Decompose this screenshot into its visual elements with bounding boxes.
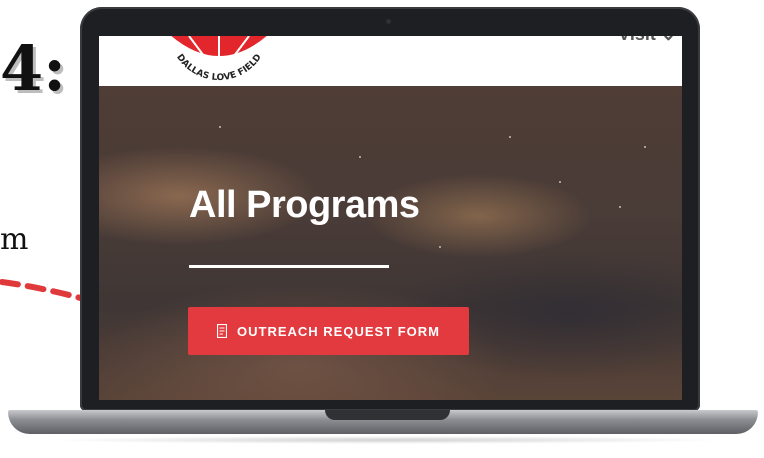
cta-label: OUTREACH REQUEST FORM xyxy=(237,323,440,339)
star xyxy=(219,126,221,128)
star xyxy=(359,156,361,158)
title-divider xyxy=(189,265,389,268)
laptop-camera xyxy=(386,19,391,24)
star xyxy=(559,181,561,183)
nav-item-visit[interactable]: Visit ⌄ xyxy=(618,36,676,45)
star xyxy=(644,146,646,148)
star xyxy=(619,206,621,208)
star xyxy=(509,136,511,138)
site-header: DALLAS LOVE FIELD Visit ⌄ xyxy=(99,36,682,86)
logo-mark-icon: DALLAS LOVE FIELD xyxy=(171,36,267,83)
star xyxy=(439,246,441,248)
step-number: 4: xyxy=(0,32,67,105)
form-icon xyxy=(217,324,227,338)
laptop-notch xyxy=(325,410,450,420)
page-title: All Programs xyxy=(189,184,420,226)
laptop-shadow xyxy=(40,436,730,444)
step-text-fragment: m xyxy=(0,222,29,257)
nav-item-label: Visit xyxy=(618,36,656,44)
browser-screen: DALLAS LOVE FIELD Visit ⌄ All Programs O… xyxy=(99,36,682,400)
outreach-request-form-button[interactable]: OUTREACH REQUEST FORM xyxy=(188,307,469,355)
chevron-down-icon: ⌄ xyxy=(661,36,676,44)
dallas-love-field-logo[interactable]: DALLAS LOVE FIELD xyxy=(149,36,289,92)
